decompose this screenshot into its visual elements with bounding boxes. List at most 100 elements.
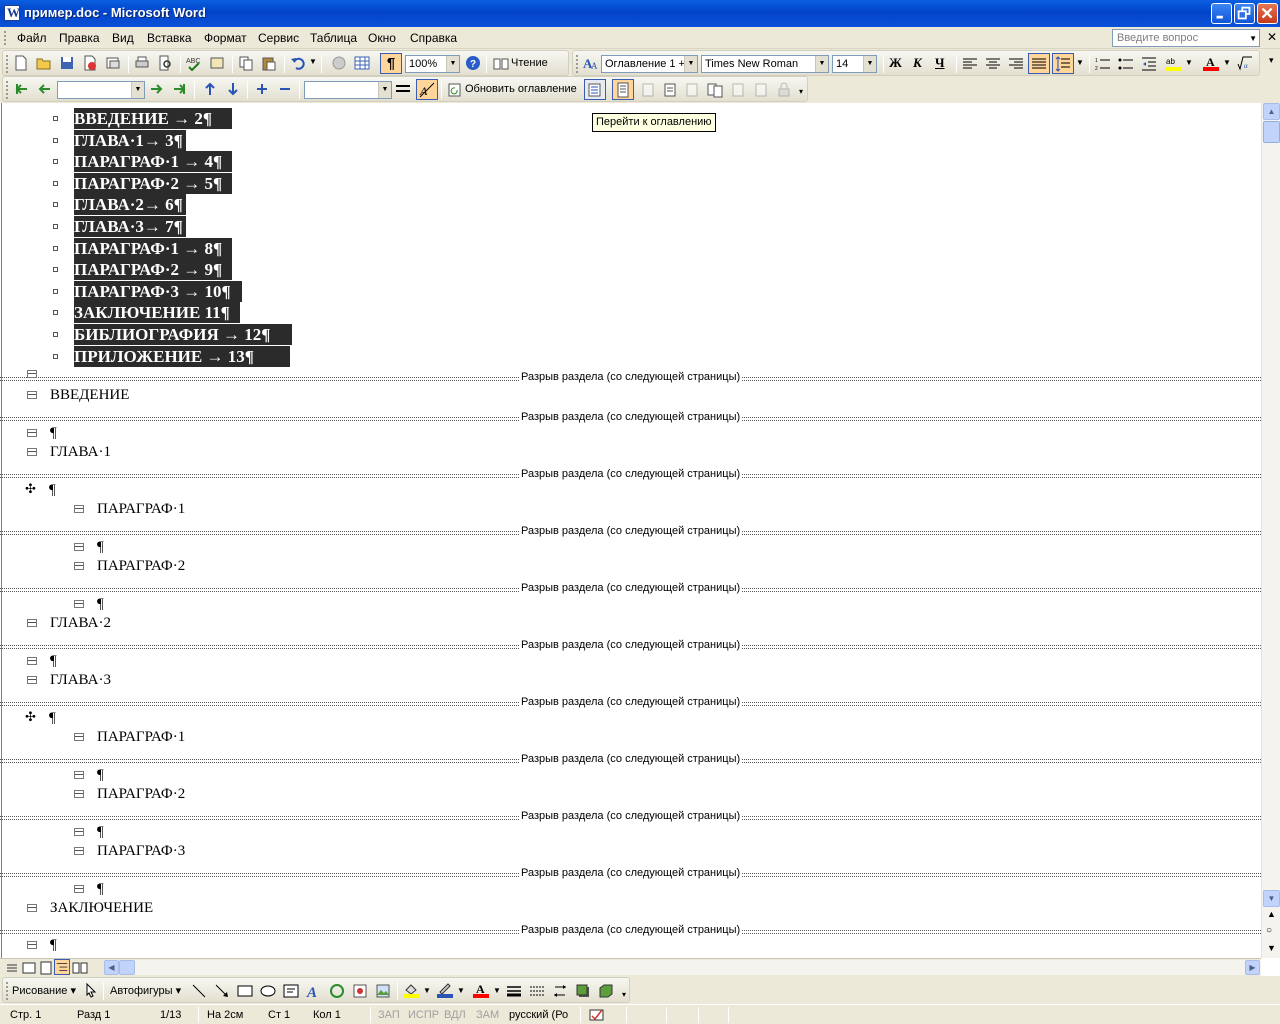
align-right-icon[interactable] (1008, 56, 1024, 72)
menu-tools[interactable]: Сервис (258, 31, 299, 45)
menu-edit[interactable]: Правка (59, 31, 100, 45)
status-overtype[interactable]: ЗАМ (476, 1009, 499, 1021)
line-spacing-dropdown-icon[interactable]: ▼ (1076, 58, 1084, 67)
outline-heading[interactable]: ПАРАГРАФ·2 (97, 558, 185, 575)
print-preview-icon[interactable] (157, 55, 173, 71)
collapse-symbol-icon[interactable] (74, 828, 84, 836)
toc-entry[interactable]: ПАРАГРАФ·2 → 9¶ (74, 259, 232, 281)
collapse-symbol-icon[interactable] (27, 448, 37, 456)
outline-heading[interactable]: ПАРАГРАФ·3 (97, 843, 185, 860)
scroll-left-button[interactable]: ◀ (104, 960, 119, 975)
insert-table-icon[interactable] (354, 55, 370, 71)
show-formatting-marks-button[interactable]: ¶ (380, 53, 402, 74)
promote-icon[interactable] (36, 81, 52, 97)
status-extend-selection[interactable]: ВДЛ (444, 1009, 466, 1021)
arrow-icon[interactable] (214, 983, 230, 999)
status-section[interactable]: Разд 1 (77, 1009, 110, 1021)
expand-icon[interactable] (254, 81, 270, 97)
split-subdocument-icon[interactable] (753, 82, 769, 98)
select-objects-icon[interactable] (83, 982, 99, 998)
collapse-symbol-icon[interactable] (27, 370, 37, 378)
collapse-symbol-icon[interactable] (74, 543, 84, 551)
line-spacing-button[interactable] (1052, 53, 1074, 74)
menu-file[interactable]: Файл (17, 31, 47, 45)
status-record-macro[interactable]: ЗАП (378, 1009, 400, 1021)
collapse-symbol-icon[interactable] (74, 600, 84, 608)
drawing-toolbar-options-icon[interactable]: ▾ (622, 990, 626, 999)
underline-button[interactable]: Ч (935, 55, 945, 71)
move-up-icon[interactable] (202, 81, 218, 97)
menu-help[interactable]: Справка (410, 31, 457, 45)
toc-entry[interactable]: ПАРАГРАФ·3 → 10¶ (74, 280, 242, 302)
menubar-grip[interactable] (4, 31, 7, 45)
line-icon[interactable] (191, 983, 207, 999)
menu-view[interactable]: Вид (112, 31, 134, 45)
justify-button[interactable] (1028, 53, 1050, 74)
scroll-right-button[interactable]: ▶ (1245, 960, 1260, 975)
paste-icon[interactable] (261, 55, 277, 71)
spelling-icon[interactable]: ABC (186, 55, 202, 71)
outline-toolbar-options-icon[interactable]: ▾ (799, 87, 803, 96)
toc-entry[interactable]: БИБЛИОГРАФИЯ → 12¶ (74, 324, 292, 345)
next-page-icon[interactable]: ▼ (1267, 943, 1276, 953)
drawing-font-color-dropdown-icon[interactable]: ▼ (493, 986, 501, 995)
outline-heading[interactable]: ГЛАВА·3 (50, 672, 111, 689)
outline-heading[interactable]: ЗАКЛЮЧЕНИЕ (50, 900, 153, 917)
expand-symbol-icon[interactable]: ✣ (25, 481, 36, 497)
normal-view-icon[interactable] (4, 960, 20, 976)
minimize-button[interactable] (1211, 3, 1232, 24)
collapse-symbol-icon[interactable] (27, 619, 37, 627)
align-center-icon[interactable] (985, 56, 1001, 72)
font-color-icon[interactable]: A (1203, 55, 1219, 71)
decrease-indent-icon[interactable] (1141, 56, 1157, 72)
horizontal-scroll-thumb[interactable] (119, 960, 135, 975)
status-line[interactable]: Ст 1 (268, 1009, 290, 1021)
undo-icon[interactable] (290, 55, 306, 71)
status-page-count[interactable]: 1/13 (160, 1009, 181, 1021)
create-subdocument-icon[interactable] (662, 82, 678, 98)
zoom-dropdown-icon[interactable]: ▼ (446, 56, 459, 72)
toolbar-grip[interactable] (6, 982, 9, 1000)
status-language[interactable]: русский (Ро (509, 1009, 568, 1021)
toc-entry[interactable]: ГЛАВА·1→ 3¶ (74, 129, 186, 151)
line-color-dropdown-icon[interactable]: ▼ (457, 986, 465, 995)
collapse-symbol-icon[interactable] (27, 657, 37, 665)
expand-symbol-icon[interactable]: ✣ (25, 709, 36, 725)
menu-table[interactable]: Таблица (310, 31, 357, 45)
collapse-symbol-icon[interactable] (74, 562, 84, 570)
remove-subdocument-icon[interactable] (684, 82, 700, 98)
help-search-input[interactable]: Введите вопрос ▼ (1112, 29, 1260, 47)
collapse-symbol-icon[interactable] (27, 429, 37, 437)
collapse-symbol-icon[interactable] (74, 733, 84, 741)
clip-art-icon[interactable] (352, 983, 368, 999)
outline-heading[interactable]: ПАРАГРАФ·2 (97, 786, 185, 803)
wordart-icon[interactable]: A (306, 983, 322, 999)
permission-icon[interactable] (82, 55, 98, 71)
hyperlink-icon[interactable] (331, 55, 347, 71)
toc-entry[interactable]: ПАРАГРАФ·1 → 8¶ (74, 237, 232, 259)
collapse-symbol-icon[interactable] (27, 904, 37, 912)
zoom-select[interactable]: 100% ▼ (405, 55, 460, 73)
research-icon[interactable] (209, 55, 225, 71)
collapse-icon[interactable] (277, 81, 293, 97)
undo-dropdown-icon[interactable]: ▼ (309, 57, 317, 66)
draw-menu-button[interactable]: Рисование ▾ (12, 984, 76, 997)
help-icon[interactable]: ? (465, 55, 481, 71)
print-layout-view-icon[interactable] (38, 960, 54, 976)
toolbar-grip[interactable] (6, 81, 9, 99)
insert-subdocument-icon[interactable] (707, 82, 723, 98)
status-position[interactable]: На 2см (207, 1009, 243, 1021)
bold-button[interactable]: Ж (889, 55, 902, 71)
collapse-symbol-icon[interactable] (27, 676, 37, 684)
collapse-subdocuments-icon[interactable] (640, 82, 656, 98)
lock-document-icon[interactable] (776, 82, 792, 98)
open-folder-icon[interactable] (36, 55, 52, 71)
reading-layout-button[interactable]: Чтение (511, 57, 548, 69)
scroll-thumb[interactable] (1263, 121, 1280, 143)
outline-heading[interactable]: ПАРАГРАФ·1 (97, 501, 185, 518)
toc-entry[interactable]: ПАРАГРАФ·2 → 5¶ (74, 172, 232, 194)
save-icon[interactable] (59, 55, 75, 71)
select-browse-object-icon[interactable]: ○ (1266, 925, 1272, 936)
outline-heading[interactable]: ПАРАГРАФ·1 (97, 729, 185, 746)
show-level-select[interactable]: ▼ (304, 81, 392, 99)
